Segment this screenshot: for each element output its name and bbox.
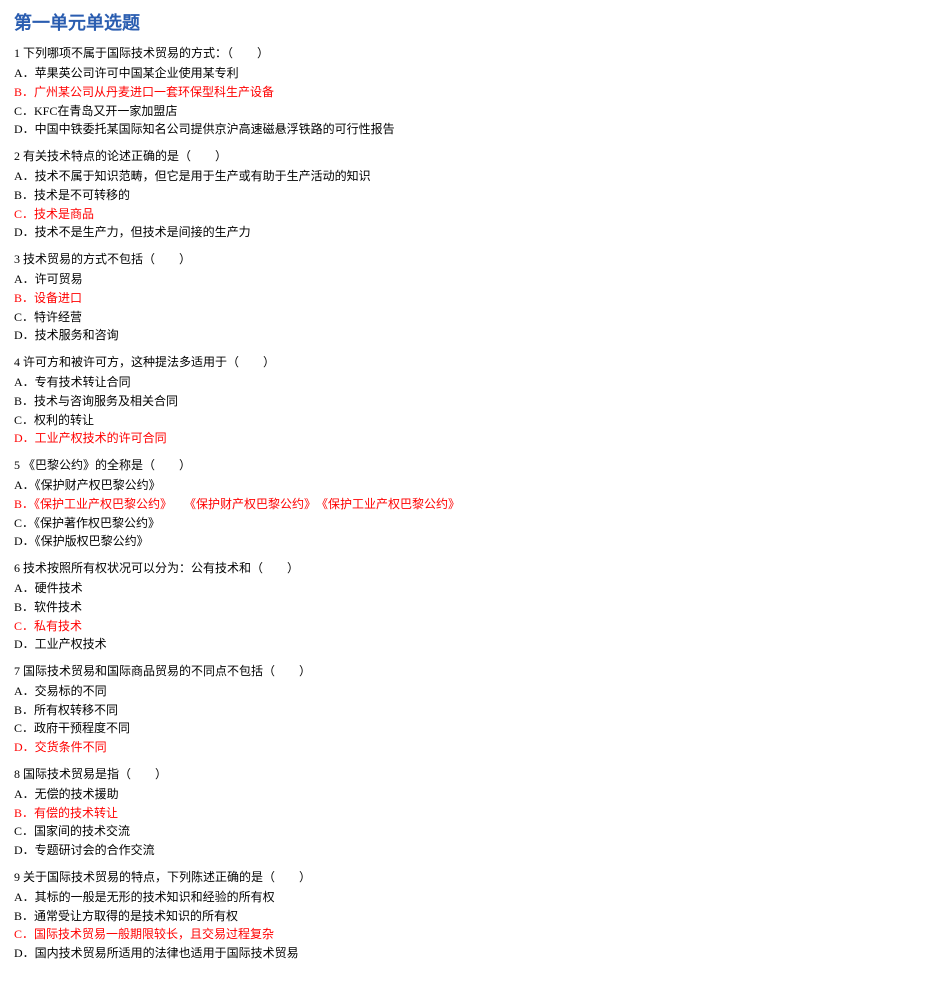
option: B．有偿的技术转让	[14, 804, 931, 823]
option: A．技术不属于知识范畴，但它是用于生产或有助于生产活动的知识	[14, 167, 931, 186]
question-stem: 3 技术贸易的方式不包括（ ）	[14, 250, 931, 269]
option: D．工业产权技术	[14, 635, 931, 654]
option-list: A．硬件技术B．软件技术C．私有技术D．工业产权技术	[14, 579, 931, 653]
question-stem: 5 《巴黎公约》的全称是（ ）	[14, 456, 931, 475]
question-stem: 4 许可方和被许可方，这种提法多适用于（ ）	[14, 353, 931, 372]
option: A．苹果英公司许可中国某企业使用某专利	[14, 64, 931, 83]
option: C．政府干预程度不同	[14, 719, 931, 738]
option: C．私有技术	[14, 617, 931, 636]
option-list: A．技术不属于知识范畴，但它是用于生产或有助于生产活动的知识B．技术是不可转移的…	[14, 167, 931, 241]
question-block: 8 国际技术贸易是指（ ）A．无偿的技术援助B．有偿的技术转让C．国家间的技术交…	[14, 765, 931, 860]
question-stem: 7 国际技术贸易和国际商品贸易的不同点不包括（ ）	[14, 662, 931, 681]
option: D．专题研讨会的合作交流	[14, 841, 931, 860]
option: A．硬件技术	[14, 579, 931, 598]
option-list: A．其标的一般是无形的技术知识和经验的所有权B．通常受让方取得的是技术知识的所有…	[14, 888, 931, 962]
option: D．技术不是生产力，但技术是间接的生产力	[14, 223, 931, 242]
option: D．中国中铁委托某国际知名公司提供京沪高速磁悬浮铁路的可行性报告	[14, 120, 931, 139]
option: D．国内技术贸易所适用的法律也适用于国际技术贸易	[14, 944, 931, 963]
option: D．技术服务和咨询	[14, 326, 931, 345]
option: A．专有技术转让合同	[14, 373, 931, 392]
option-list: A．许可贸易B．设备进口C．特许经营D．技术服务和咨询	[14, 270, 931, 344]
option: A．无偿的技术援助	[14, 785, 931, 804]
question-block: 2 有关技术特点的论述正确的是（ ）A．技术不属于知识范畴，但它是用于生产或有助…	[14, 147, 931, 242]
question-block: 4 许可方和被许可方，这种提法多适用于（ ）A．专有技术转让合同B．技术与咨询服…	[14, 353, 931, 448]
option: C．《保护著作权巴黎公约》	[14, 514, 931, 533]
question-block: 3 技术贸易的方式不包括（ ）A．许可贸易B．设备进口C．特许经营D．技术服务和…	[14, 250, 931, 345]
option-list: A．交易标的不同B．所有权转移不同C．政府干预程度不同D．交货条件不同	[14, 682, 931, 756]
option-list: A．专有技术转让合同B．技术与咨询服务及相关合同C．权利的转让D．工业产权技术的…	[14, 373, 931, 447]
question-block: 9 关于国际技术贸易的特点，下列陈述正确的是（ ）A．其标的一般是无形的技术知识…	[14, 868, 931, 963]
option: A．其标的一般是无形的技术知识和经验的所有权	[14, 888, 931, 907]
option: B．软件技术	[14, 598, 931, 617]
option: C．技术是商品	[14, 205, 931, 224]
option: B．《保护工业产权巴黎公约》 《保护财产权巴黎公约》 《保护工业产权巴黎公约》	[14, 495, 931, 514]
option: B．广州某公司从丹麦进口一套环保型科生产设备	[14, 83, 931, 102]
question-stem: 1 下列哪项不属于国际技术贸易的方式：（ ）	[14, 44, 931, 63]
option: C．国家间的技术交流	[14, 822, 931, 841]
question-list: 1 下列哪项不属于国际技术贸易的方式：（ ）A．苹果英公司许可中国某企业使用某专…	[14, 44, 931, 963]
option-list: A．苹果英公司许可中国某企业使用某专利B．广州某公司从丹麦进口一套环保型科生产设…	[14, 64, 931, 138]
option: D．《保护版权巴黎公约》	[14, 532, 931, 551]
option: C．权利的转让	[14, 411, 931, 430]
question-stem: 8 国际技术贸易是指（ ）	[14, 765, 931, 784]
question-block: 5 《巴黎公约》的全称是（ ）A．《保护财产权巴黎公约》B．《保护工业产权巴黎公…	[14, 456, 931, 551]
option: B．设备进口	[14, 289, 931, 308]
question-stem: 2 有关技术特点的论述正确的是（ ）	[14, 147, 931, 166]
option: D．交货条件不同	[14, 738, 931, 757]
option: C．KFC在青岛又开一家加盟店	[14, 102, 931, 121]
question-stem: 9 关于国际技术贸易的特点，下列陈述正确的是（ ）	[14, 868, 931, 887]
question-block: 7 国际技术贸易和国际商品贸易的不同点不包括（ ）A．交易标的不同B．所有权转移…	[14, 662, 931, 757]
option: C．国际技术贸易一般期限较长，且交易过程复杂	[14, 925, 931, 944]
option-list: A．无偿的技术援助B．有偿的技术转让C．国家间的技术交流D．专题研讨会的合作交流	[14, 785, 931, 859]
option: B．通常受让方取得的是技术知识的所有权	[14, 907, 931, 926]
option: B．技术与咨询服务及相关合同	[14, 392, 931, 411]
option: A．交易标的不同	[14, 682, 931, 701]
option: D．工业产权技术的许可合同	[14, 429, 931, 448]
option: B．所有权转移不同	[14, 701, 931, 720]
option: A．《保护财产权巴黎公约》	[14, 476, 931, 495]
option: A．许可贸易	[14, 270, 931, 289]
option: B．技术是不可转移的	[14, 186, 931, 205]
question-stem: 6 技术按照所有权状况可以分为：公有技术和（ ）	[14, 559, 931, 578]
page-title: 第一单元单选题	[14, 10, 931, 38]
option: C．特许经营	[14, 308, 931, 327]
question-block: 1 下列哪项不属于国际技术贸易的方式：（ ）A．苹果英公司许可中国某企业使用某专…	[14, 44, 931, 139]
option-list: A．《保护财产权巴黎公约》B．《保护工业产权巴黎公约》 《保护财产权巴黎公约》 …	[14, 476, 931, 550]
question-block: 6 技术按照所有权状况可以分为：公有技术和（ ）A．硬件技术B．软件技术C．私有…	[14, 559, 931, 654]
